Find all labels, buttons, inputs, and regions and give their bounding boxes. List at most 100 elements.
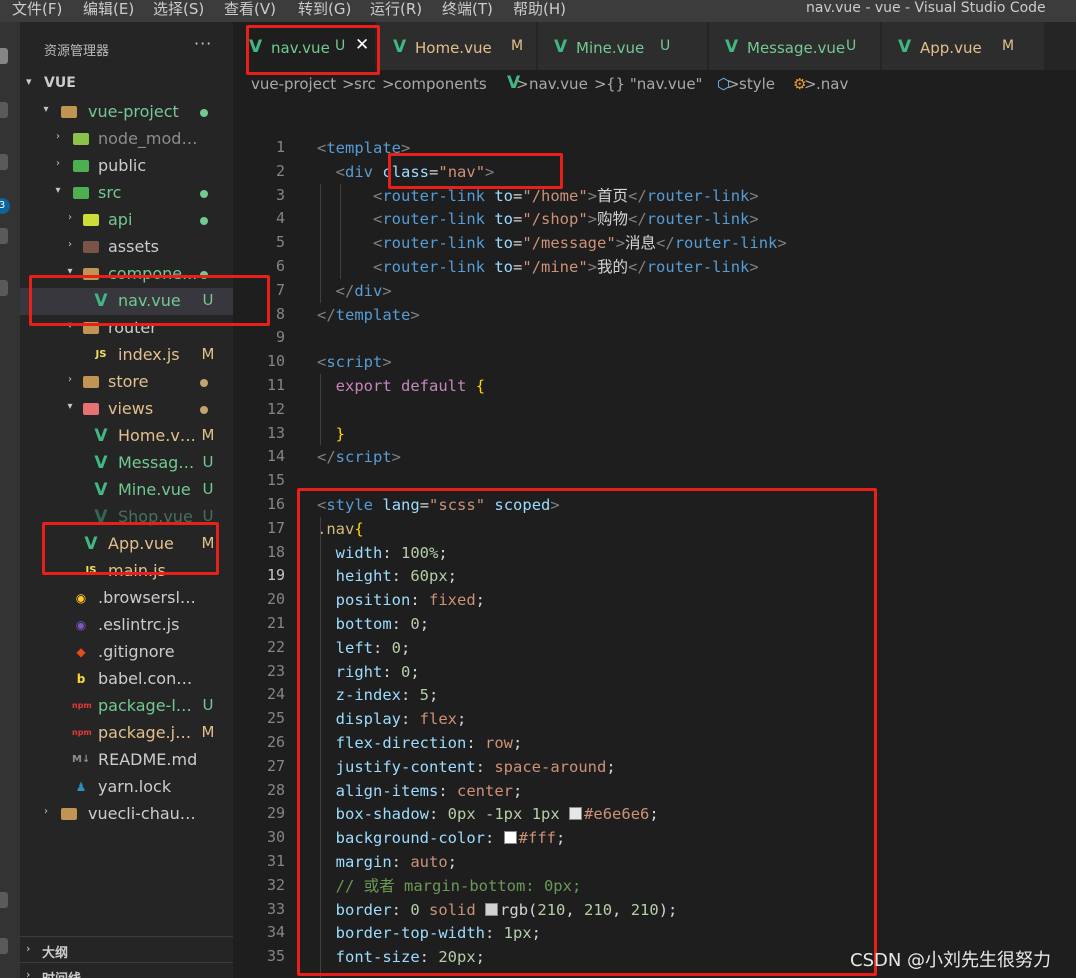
tree-item[interactable]: npm package-lo... U (20, 693, 233, 720)
tree-item[interactable]: V Message... U (20, 450, 233, 477)
code-line[interactable]: export default { (317, 374, 485, 398)
breadcrumb-item[interactable]: nav.vue (529, 75, 588, 93)
explorer-icon[interactable] (0, 48, 8, 64)
folder-views-icon (82, 400, 100, 418)
tree-item-label: Message... (118, 453, 198, 472)
tree-item[interactable]: V Home.vue M (20, 423, 233, 450)
tree-item[interactable]: › vuecli-chauncan (20, 801, 233, 828)
menu-edit[interactable]: 编辑(E) (83, 0, 134, 22)
code-token: </ (335, 282, 355, 300)
line-number: 12 (266, 400, 285, 418)
workspace-root[interactable]: ▾ VUE (20, 72, 233, 96)
tree-item[interactable]: ▾ vue-project (20, 99, 233, 126)
editor-tab[interactable]: V Mine.vue U (538, 22, 708, 70)
code-line[interactable]: </template> (317, 303, 420, 327)
menu-selection[interactable]: 选择(S) (153, 0, 204, 22)
git-icon: ◆ (76, 645, 86, 659)
settings-gear-icon[interactable] (0, 938, 8, 954)
tree-item[interactable]: JS index.js M (20, 342, 233, 369)
breadcrumb-item[interactable]: .nav (816, 75, 848, 93)
line-number: 4 (275, 209, 285, 227)
code-token: > (382, 353, 392, 371)
timeline-panel-header[interactable]: › 时间线 (20, 962, 233, 978)
tab-git-status: M (1002, 38, 1015, 54)
menu-file[interactable]: 文件(F) (12, 0, 62, 22)
extensions-icon[interactable] (0, 280, 8, 296)
explorer-title: 资源管理器 (44, 44, 110, 59)
menu-terminal[interactable]: 终端(T) (442, 0, 493, 22)
menu-help[interactable]: 帮助(H) (513, 0, 566, 22)
activity-bar: 3 (0, 22, 20, 978)
line-number: 30 (266, 828, 285, 846)
run-debug-icon[interactable] (0, 228, 8, 244)
tree-item[interactable]: › api (20, 207, 233, 234)
tab-label: Mine.vue (576, 39, 645, 57)
chevron-down-icon: ▾ (67, 401, 73, 412)
tree-item[interactable]: ▾ src (20, 180, 233, 207)
code-token: router-link (382, 210, 485, 228)
indent-guide (340, 184, 341, 279)
more-actions-icon[interactable]: ··· (194, 34, 212, 53)
code-line[interactable]: </div> (317, 279, 392, 303)
symbol-property-icon: ⚙ (793, 75, 807, 93)
chevron-right-icon: › (56, 158, 60, 169)
outline-panel-header[interactable]: › 大纲 (20, 936, 233, 961)
tree-item[interactable]: V Mine.vue U (20, 477, 233, 504)
breadcrumb-item[interactable]: {} "nav.vue" (606, 75, 702, 93)
chevron-right-icon: › (44, 806, 48, 817)
line-number: 26 (266, 733, 285, 751)
search-icon[interactable] (0, 102, 8, 118)
tree-item[interactable]: npm package.js... M (20, 720, 233, 747)
menu-view[interactable]: 查看(V) (224, 0, 276, 22)
code-token: "/shop" (522, 210, 588, 228)
code-token: < (373, 234, 383, 252)
breadcrumb-item[interactable]: src (354, 75, 376, 93)
tree-item[interactable]: › node_modules (20, 126, 233, 153)
menu-run[interactable]: 运行(R) (370, 0, 422, 22)
source-control-badge: 3 (0, 198, 10, 214)
chevron-down-icon: ▾ (55, 185, 61, 196)
code-line[interactable]: } (317, 422, 345, 446)
line-number: 22 (266, 638, 285, 656)
tree-item[interactable]: ♟ yarn.lock (20, 774, 233, 801)
tab-git-status: U (846, 38, 857, 54)
tree-item[interactable]: ◆ .gitignore (20, 639, 233, 666)
tree-item[interactable]: b babel.config.js (20, 666, 233, 693)
tree-item[interactable]: ◉ .browserslistrc (20, 585, 233, 612)
tree-item[interactable]: › public (20, 153, 233, 180)
tree-item[interactable]: ◉ .eslintrc.js (20, 612, 233, 639)
menu-goto[interactable]: 转到(G) (298, 0, 351, 22)
tree-item[interactable]: › assets (20, 234, 233, 261)
tree-item-label: index.js (118, 345, 180, 364)
tree-item-label: vue-project (88, 102, 179, 121)
code-token: export (335, 377, 392, 395)
code-token: > (749, 187, 759, 205)
line-number: 20 (266, 590, 285, 608)
tree-item[interactable]: › store (20, 369, 233, 396)
breadcrumb-item[interactable]: components (394, 75, 487, 93)
tree-item[interactable]: M↓ README.md (20, 747, 233, 774)
folder-public-icon (72, 157, 90, 175)
code-line[interactable]: </script> (317, 445, 401, 469)
folder-icon (60, 805, 78, 823)
breadcrumb-item[interactable]: style (739, 75, 775, 93)
editor-tab[interactable]: V App.vue M (882, 22, 1045, 70)
account-icon[interactable] (0, 892, 8, 908)
breadcrumb-item[interactable]: vue-project (251, 75, 336, 93)
git-status-badge: M (201, 426, 215, 444)
tree-item-label: vuecli-chauncan (88, 804, 198, 823)
editor-tab[interactable]: V Home.vue M (377, 22, 537, 70)
line-number: 31 (266, 852, 285, 870)
code-line[interactable]: <router-link to="/message">消息</router-li… (317, 231, 787, 255)
tree-item[interactable]: ▾ views (20, 396, 233, 423)
source-control-icon[interactable] (0, 154, 8, 170)
code-line[interactable]: <script> (317, 350, 392, 374)
editor-tab[interactable]: V Message.vue U (709, 22, 881, 70)
code-token: </ (628, 187, 647, 205)
code-line[interactable]: <router-link to="/shop">购物</router-link> (317, 207, 759, 231)
code-token: > (615, 234, 626, 252)
line-number: 33 (266, 900, 285, 918)
code-line[interactable]: <router-link to="/mine">我的</router-link> (317, 255, 759, 279)
code-token: script (326, 353, 383, 371)
